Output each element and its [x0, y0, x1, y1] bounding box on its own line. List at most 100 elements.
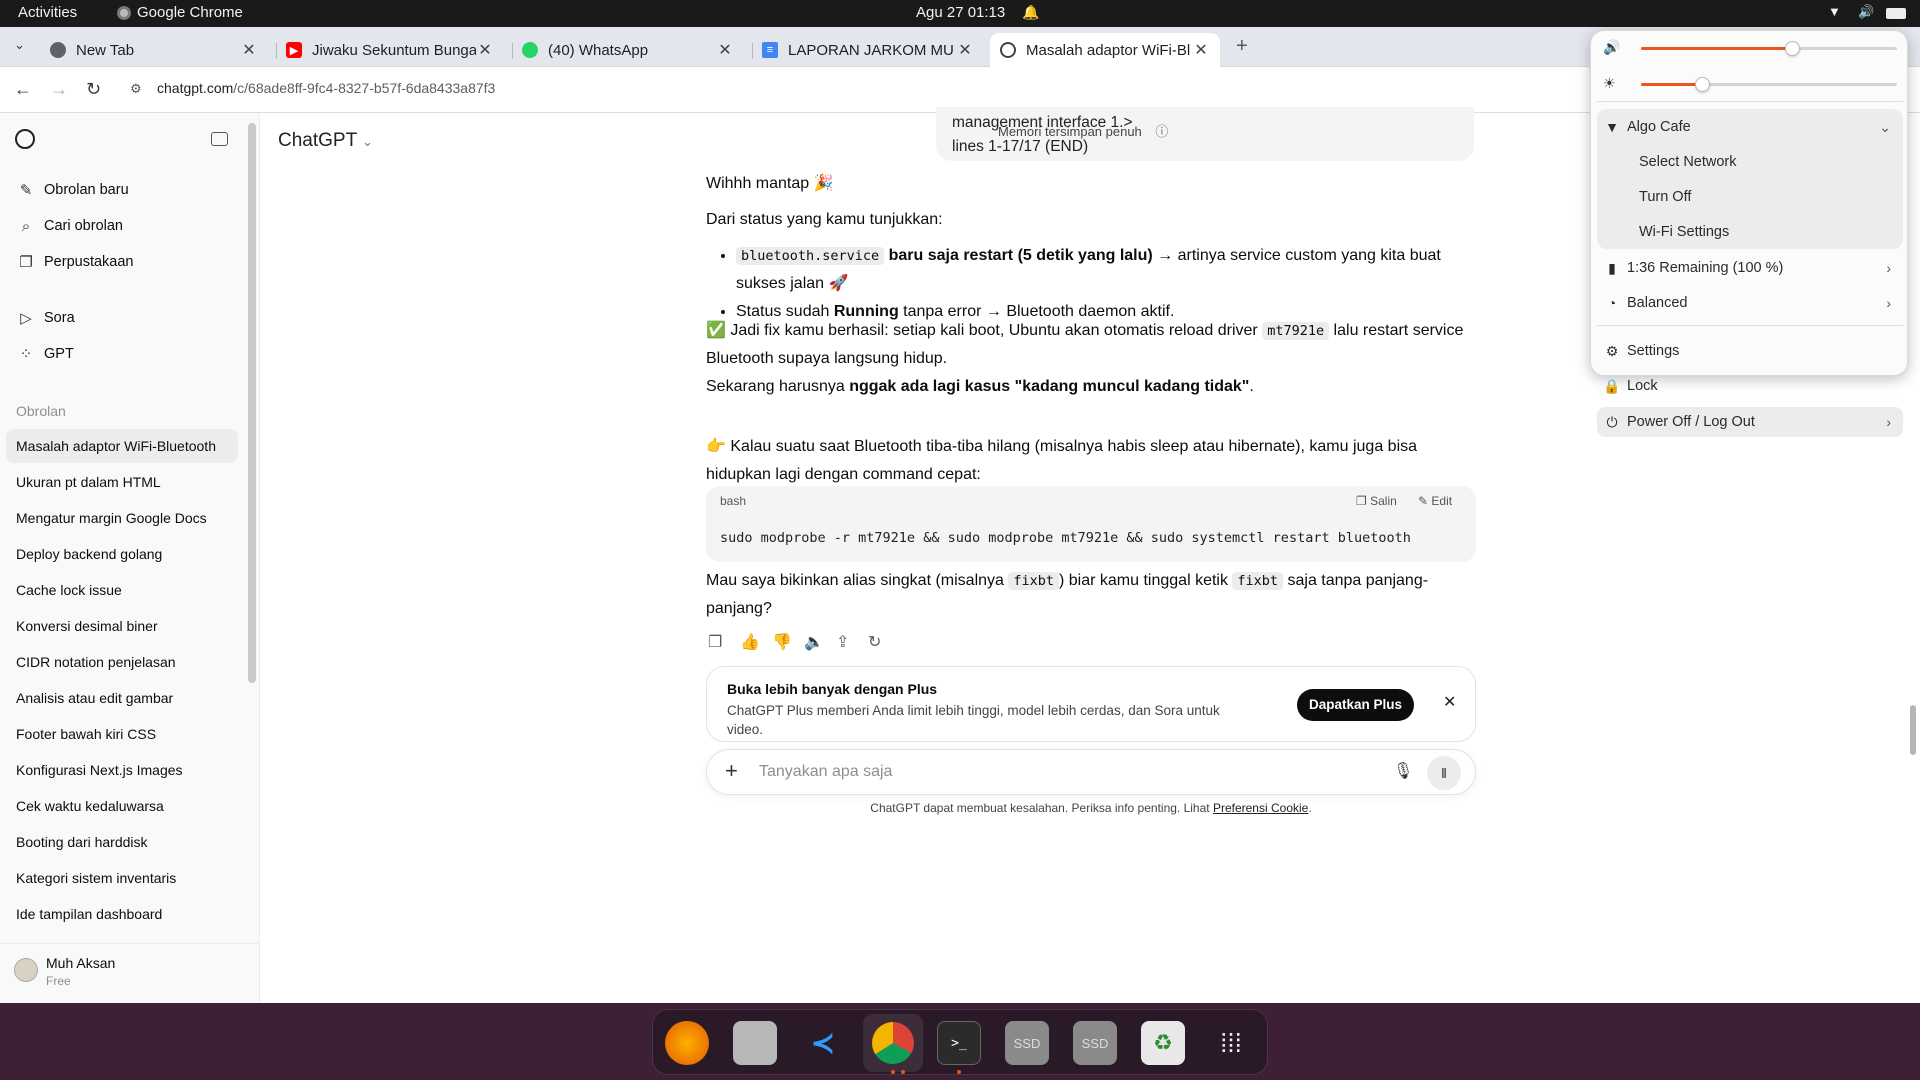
lock-item[interactable]: 🔒 Lock — [1597, 372, 1903, 400]
turn-off-wifi-item[interactable]: Turn Off — [1597, 183, 1903, 211]
vscode-icon[interactable]: ≺ — [801, 1021, 845, 1065]
user-plan: Free — [46, 974, 71, 988]
close-tab-icon[interactable]: ✕ — [1192, 40, 1210, 60]
close-tab-icon[interactable]: ✕ — [716, 40, 734, 60]
settings-label: Settings — [1627, 343, 1680, 359]
model-label: ChatGPT — [278, 130, 357, 151]
tab-docs[interactable]: ≡ LAPORAN JARKOM MU ✕ — [752, 33, 984, 67]
chatgpt-sidebar: ✎ Obrolan baru ⌕ Cari obrolan ❐ Perpusta… — [0, 113, 260, 1003]
ssd-drive-icon[interactable]: SSD — [1073, 1021, 1117, 1065]
chat-item[interactable]: Ukuran pt dalam HTML — [6, 465, 238, 499]
new-tab-plus-icon[interactable]: + — [1236, 35, 1248, 58]
attach-plus-icon[interactable]: + — [725, 758, 738, 784]
system-top-bar: Activities Google Chrome Agu 27 01:13 🔔 … — [0, 0, 1920, 27]
chat-item[interactable]: Ide tampilan dashboard — [6, 897, 238, 931]
chrome-dock-item[interactable] — [863, 1014, 923, 1072]
settings-item[interactable]: ⚙ Settings — [1597, 337, 1903, 365]
chevron-down-icon: ⌄ — [362, 134, 374, 149]
chat-item[interactable]: Deploy backend golang — [6, 537, 238, 571]
tab-search-chevron-icon[interactable]: ⌄ — [14, 37, 25, 53]
tab-chatgpt-active[interactable]: Masalah adaptor WiFi-Bl ✕ — [990, 33, 1220, 67]
model-selector[interactable]: ChatGPT ⌄ — [278, 130, 373, 152]
cookie-preferences-link[interactable]: Preferensi Cookie — [1213, 801, 1308, 815]
whatsapp-icon — [522, 42, 538, 58]
close-tab-icon[interactable]: ✕ — [956, 40, 974, 60]
sidebar-item-sora[interactable]: ▷ Sora — [10, 301, 238, 335]
edit-code-button[interactable]: ✎ Edit — [1418, 494, 1452, 508]
site-info-icon[interactable]: ⚙ — [130, 81, 142, 97]
voice-mode-icon[interactable]: ‖ — [1427, 756, 1461, 790]
bold-text: nggak ada lagi kasus "kadang muncul kada… — [849, 378, 1250, 395]
get-plus-button[interactable]: Dapatkan Plus — [1297, 689, 1415, 721]
chat-item[interactable]: CIDR notation penjelasan — [6, 645, 238, 679]
trash-icon[interactable]: ♻ — [1141, 1021, 1185, 1065]
openai-logo-icon[interactable] — [15, 129, 35, 149]
assistant-greeting: Wihhh mantap 🎉 — [706, 175, 834, 192]
inline-code: fixbt — [1008, 572, 1059, 590]
files-icon[interactable] — [733, 1021, 777, 1065]
toggle-sidebar-icon[interactable] — [211, 132, 228, 146]
chat-item[interactable]: Masalah adaptor WiFi-Bluetooth — [6, 429, 238, 463]
main-scrollbar[interactable] — [1910, 705, 1916, 755]
terminal-icon[interactable]: >_ — [937, 1021, 981, 1065]
close-icon[interactable]: ✕ — [1443, 692, 1456, 712]
firefox-icon[interactable] — [665, 1021, 709, 1065]
chat-input[interactable]: Tanyakan apa saja — [759, 763, 892, 781]
thumbs-down-icon[interactable]: 👎 — [772, 632, 792, 652]
sidebar-item-library[interactable]: ❐ Perpustakaan — [10, 245, 238, 279]
running-indicator — [891, 1070, 895, 1074]
microphone-icon[interactable]: 🎙 — [1393, 761, 1413, 781]
chat-item[interactable]: Mengatur margin Google Docs — [6, 501, 238, 535]
battery-row[interactable]: ▮ 1:36 Remaining (100 %) › — [1597, 254, 1903, 282]
battery-status-icon[interactable] — [1886, 8, 1906, 19]
wifi-status-icon[interactable]: ▼ — [1828, 4, 1841, 19]
app-menu[interactable]: Google Chrome — [117, 4, 243, 21]
tab-youtube[interactable]: ▶ Jiwaku Sekuntum Bunga ✕ — [276, 33, 504, 67]
tab-new-tab[interactable]: New Tab ✕ — [40, 33, 268, 67]
power-mode-row[interactable]: ◔ Balanced › — [1597, 289, 1903, 317]
volume-slider[interactable] — [1641, 41, 1897, 56]
power-off-item[interactable]: ⏻ Power Off / Log Out › — [1597, 407, 1903, 437]
sidebar-scrollbar[interactable] — [248, 123, 256, 683]
chat-item[interactable]: Analisis atau edit gambar — [6, 681, 238, 715]
gear-icon: ⚙ — [1605, 342, 1619, 359]
copy-code-button[interactable]: ❐ Salin — [1356, 494, 1397, 508]
memory-full-notice[interactable]: Memori tersimpan penuh ⓘ — [998, 121, 1168, 140]
brightness-slider[interactable] — [1641, 77, 1897, 92]
select-network-item[interactable]: Select Network — [1597, 148, 1903, 176]
sidebar-item-gpt[interactable]: ⁘ GPT — [10, 337, 238, 371]
chat-item[interactable]: Cek waktu kedaluwarsa — [6, 789, 238, 823]
forward-arrow-icon[interactable]: → — [50, 79, 68, 100]
share-icon[interactable]: ⇪ — [836, 632, 849, 652]
app-grid-icon[interactable]: ⁞⁞⁞ — [1209, 1021, 1253, 1065]
clock[interactable]: Agu 27 01:13 — [916, 4, 1005, 21]
chat-item[interactable]: Footer bawah kiri CSS — [6, 717, 238, 751]
ssd-drive-icon[interactable]: SSD — [1005, 1021, 1049, 1065]
chat-item[interactable]: Booting dari harddisk — [6, 825, 238, 859]
tab-whatsapp[interactable]: (40) WhatsApp ✕ — [512, 33, 744, 67]
tab-title: (40) WhatsApp — [548, 41, 649, 59]
chat-item[interactable]: Kategori sistem inventaris — [6, 861, 238, 895]
notification-bell-icon[interactable]: 🔔 — [1022, 4, 1039, 21]
chat-item[interactable]: Cache lock issue — [6, 573, 238, 607]
chat-item[interactable]: Konversi desimal biner — [6, 609, 238, 643]
brightness-slider-knob[interactable] — [1695, 77, 1711, 92]
sidebar-item-new-chat[interactable]: ✎ Obrolan baru — [10, 173, 238, 207]
user-profile[interactable]: Muh Aksan Free — [0, 943, 259, 1003]
volume-status-icon[interactable]: 🔊 — [1858, 4, 1874, 20]
read-aloud-icon[interactable]: 🔈 — [804, 632, 824, 652]
wifi-settings-item[interactable]: Wi-Fi Settings — [1597, 218, 1903, 246]
volume-slider-knob[interactable] — [1785, 41, 1801, 56]
thumbs-up-icon[interactable]: 👍 — [740, 632, 760, 652]
close-tab-icon[interactable]: ✕ — [240, 40, 258, 60]
back-arrow-icon[interactable]: ← — [14, 79, 32, 100]
regenerate-icon[interactable]: ↻ — [868, 632, 881, 652]
wifi-network-row[interactable]: ▼ Algo Cafe ⌄ — [1597, 113, 1903, 141]
close-tab-icon[interactable]: ✕ — [476, 40, 494, 60]
activities-button[interactable]: Activities — [18, 4, 77, 21]
chat-item[interactable]: Konfigurasi Next.js Images — [6, 753, 238, 787]
reload-icon[interactable]: ↻ — [86, 79, 101, 100]
sidebar-item-search[interactable]: ⌕ Cari obrolan — [10, 209, 238, 243]
copy-icon[interactable]: ❐ — [708, 632, 722, 652]
url-field[interactable]: chatgpt.com/c/68ade8ff-9fc4-8327-b57f-6d… — [157, 80, 495, 96]
